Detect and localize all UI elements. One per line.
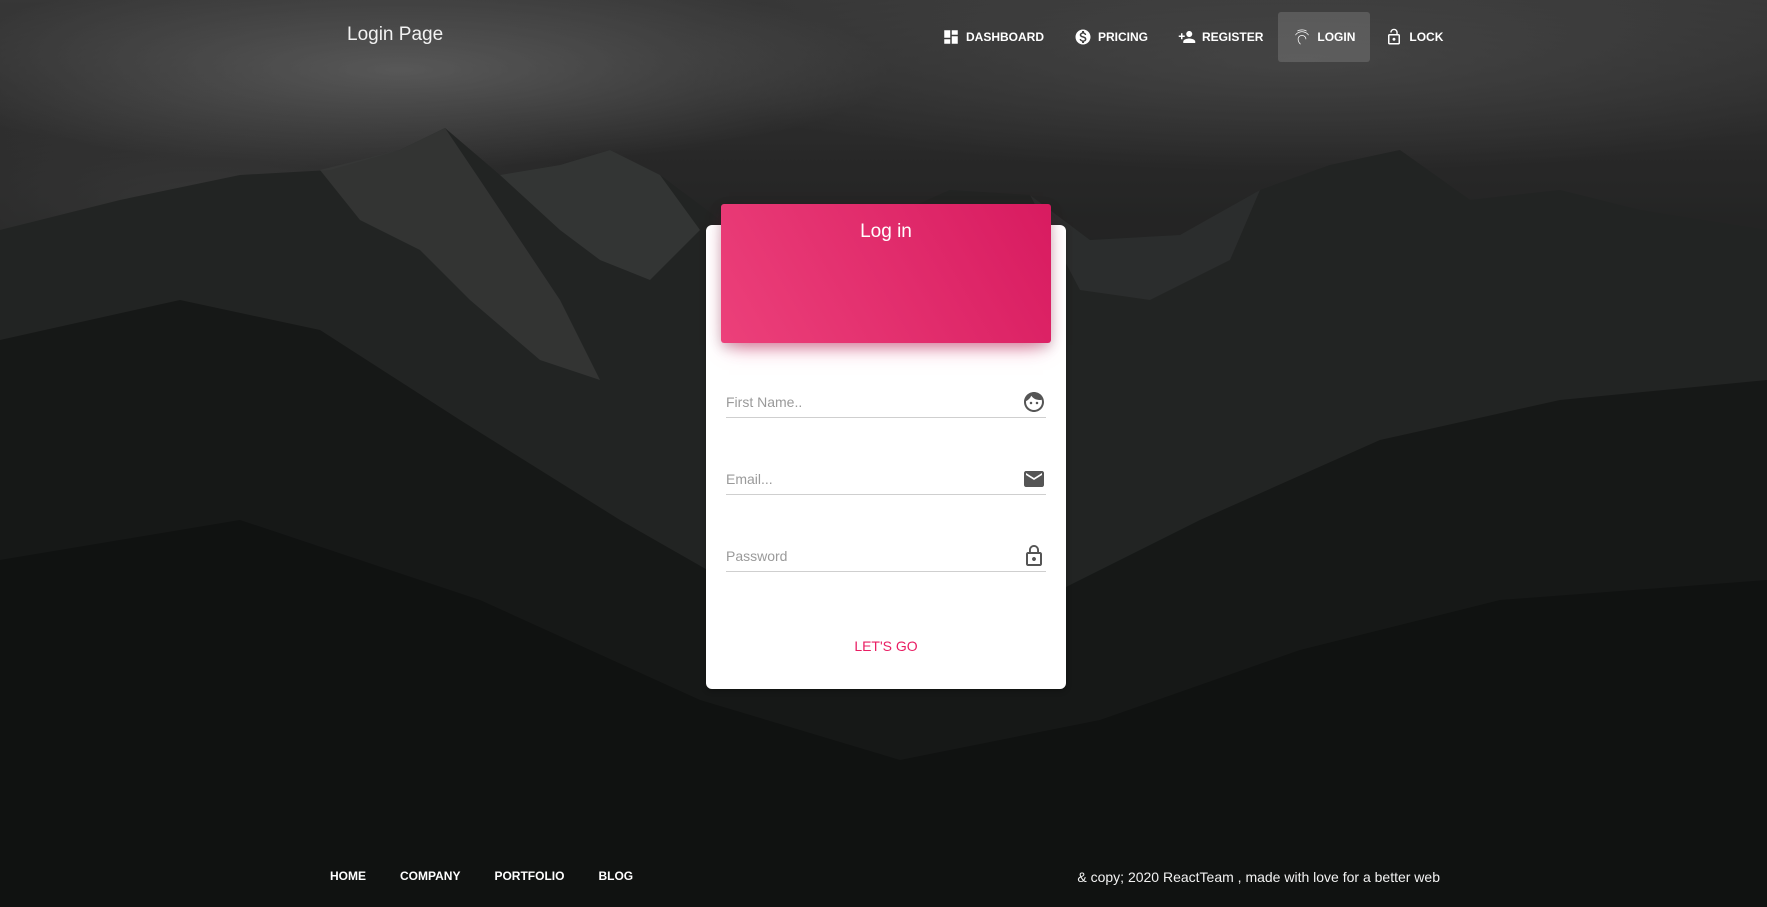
email-field <box>726 463 1046 495</box>
password-field <box>726 540 1046 572</box>
dollar-icon <box>1075 29 1091 45</box>
password-input[interactable] <box>726 544 1006 568</box>
footer-nav: Home Company Portfolio Blog <box>330 869 667 883</box>
nav-item-dashboard[interactable]: Dashboard <box>927 12 1059 62</box>
nav-item-lock[interactable]: Lock <box>1370 12 1458 62</box>
lock-outline-icon <box>1022 544 1046 568</box>
top-navbar: Login Page Dashboard Pricing Register Lo… <box>0 0 1767 72</box>
dashboard-icon <box>944 30 958 44</box>
footer-link-home[interactable]: Home <box>330 869 366 883</box>
nav-item-label: Register <box>1202 30 1264 44</box>
card-title: Log in <box>860 221 912 242</box>
footer-link-portfolio[interactable]: Portfolio <box>494 869 564 883</box>
nav-menu: Dashboard Pricing Register Login Lock <box>927 12 1458 62</box>
copyright-text: & copy; 2020 ReactTeam , made with love … <box>1077 869 1440 885</box>
login-card-header: Log in <box>721 204 1051 343</box>
fingerprint-icon <box>1295 29 1310 45</box>
email-icon <box>1022 467 1046 491</box>
footer-link-company[interactable]: Company <box>400 869 460 883</box>
brand-title[interactable]: Login Page <box>347 24 443 46</box>
person-add-icon <box>1178 31 1196 43</box>
first-name-field <box>726 386 1046 418</box>
face-icon <box>1022 390 1046 414</box>
nav-item-pricing[interactable]: Pricing <box>1059 12 1163 62</box>
nav-item-register[interactable]: Register <box>1163 12 1278 62</box>
email-input[interactable] <box>726 467 1006 491</box>
nav-item-label: Dashboard <box>966 30 1044 44</box>
nav-item-label: Pricing <box>1098 30 1149 44</box>
lock-open-icon <box>1388 28 1401 45</box>
first-name-input[interactable] <box>726 390 1006 414</box>
nav-item-label: Lock <box>1409 30 1444 44</box>
footer-link-blog[interactable]: Blog <box>598 869 633 883</box>
nav-item-login[interactable]: Login <box>1278 12 1371 62</box>
nav-item-label: Login <box>1317 30 1356 44</box>
lets-go-button[interactable]: Let's Go <box>836 630 936 662</box>
